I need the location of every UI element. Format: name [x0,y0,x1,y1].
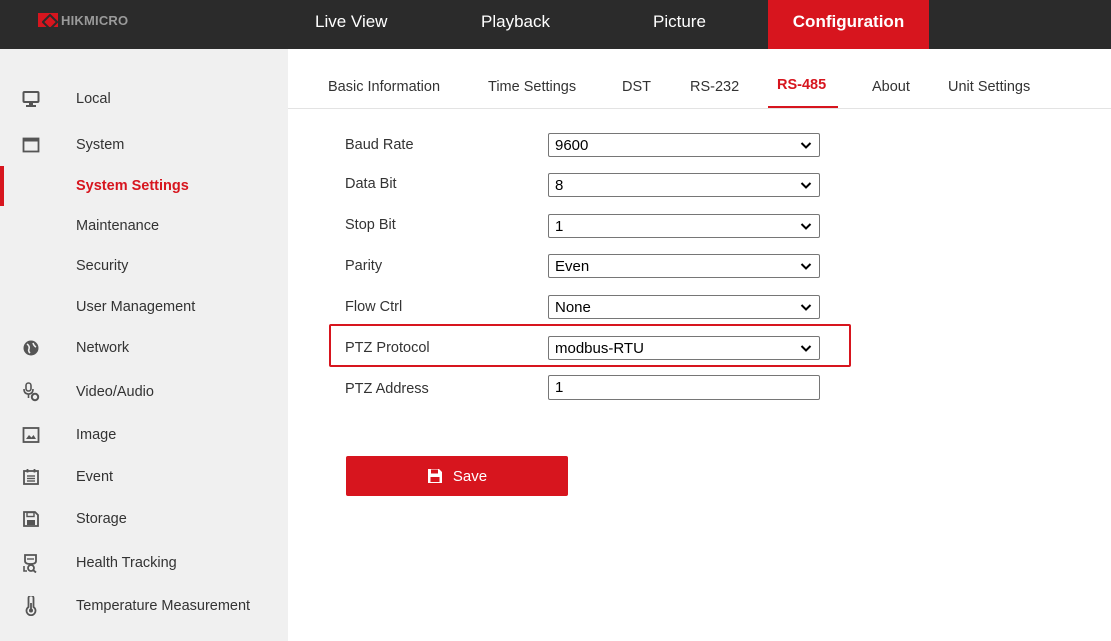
baud-rate-select[interactable]: 9600 [548,133,820,157]
sidebar-item-label: Event [76,469,114,485]
top-navigation-bar: HIKMICRO Live View Playback Picture Conf… [0,0,1111,49]
flow-ctrl-value: None [555,299,591,316]
tab-about[interactable]: About [872,79,910,95]
brand-logo: HIKMICRO [38,10,128,30]
floppy-icon [22,510,40,528]
settings-tab-bar: Basic Information Time Settings DST RS-2… [288,49,1111,109]
tab-time-settings[interactable]: Time Settings [488,79,576,95]
sidebar-item-user-management[interactable]: User Management [0,287,288,327]
thermometer-icon [22,596,40,616]
baud-rate-value: 9600 [555,137,589,154]
ptz-protocol-label: PTZ Protocol [345,340,430,356]
globe-icon [22,339,40,357]
ptz-protocol-select[interactable]: modbus-RTU [548,336,820,360]
parity-value: Even [555,258,590,275]
save-icon [427,469,442,483]
stop-bit-label: Stop Bit [345,217,396,233]
sidebar-item-local[interactable]: Local [0,79,288,119]
sidebar-item-label: Health Tracking [76,555,177,571]
sidebar-item-network[interactable]: Network [0,328,288,368]
chevron-down-icon [800,304,812,311]
hikmicro-logo-icon [38,13,58,27]
sidebar-item-label: System [76,137,125,153]
chevron-down-icon [800,345,812,352]
sidebar-item-health-tracking[interactable]: Health Tracking [0,543,288,583]
sidebar-item-label: Image [76,427,117,443]
sidebar-item-label: User Management [76,299,196,315]
tab-unit-settings[interactable]: Unit Settings [948,79,1030,95]
brand-name: HIKMICRO [61,12,129,28]
baud-rate-label: Baud Rate [345,137,414,153]
nav-picture[interactable]: Picture [653,0,706,49]
tab-rs-485[interactable]: RS-485 [777,77,826,93]
sidebar-item-video-audio[interactable]: Video/Audio [0,372,288,412]
nav-live-view[interactable]: Live View [315,0,387,49]
save-button-label: Save [452,467,488,485]
window-icon [22,136,40,154]
sidebar-item-system-settings[interactable]: System Settings [0,166,288,206]
monitor-icon [22,90,40,108]
active-tab-indicator [768,106,838,108]
data-bit-value: 8 [555,177,564,194]
nav-playback[interactable]: Playback [481,0,550,49]
health-tracking-icon [22,554,40,573]
ptz-protocol-value: modbus-RTU [555,340,644,357]
tab-dst[interactable]: DST [622,79,651,95]
nav-configuration[interactable]: Configuration [768,0,929,49]
sidebar-item-storage[interactable]: Storage [0,499,288,539]
ptz-address-input[interactable] [548,375,820,400]
calendar-icon [22,468,40,486]
ptz-address-label: PTZ Address [345,381,429,397]
microphone-icon [22,382,40,402]
sidebar-item-image[interactable]: Image [0,415,288,455]
sidebar-item-label: Temperature Measurement [76,598,251,614]
sidebar-item-system[interactable]: System [0,125,288,165]
parity-select[interactable]: Even [548,254,820,278]
sidebar-item-label: System Settings [76,178,189,194]
tab-basic-information[interactable]: Basic Information [328,79,440,95]
sidebar-item-label: Security [76,258,129,274]
sidebar-item-label: Network [76,340,130,356]
parity-label: Parity [345,258,383,274]
data-bit-select[interactable]: 8 [548,173,820,197]
save-button[interactable]: Save [346,456,568,496]
flow-ctrl-select[interactable]: None [548,295,820,319]
chevron-down-icon [800,142,812,149]
sidebar: Local System System Settings Maintenance… [0,49,288,641]
sidebar-item-event[interactable]: Event [0,457,288,497]
chevron-down-icon [800,223,812,230]
sidebar-item-security[interactable]: Security [0,246,288,286]
stop-bit-value: 1 [555,218,564,235]
sidebar-item-label: Local [76,91,111,107]
sidebar-item-label: Maintenance [76,218,160,234]
chevron-down-icon [800,263,812,270]
sidebar-item-temperature-measurement[interactable]: Temperature Measurement [0,586,288,626]
sidebar-item-maintenance[interactable]: Maintenance [0,206,288,246]
data-bit-label: Data Bit [345,176,397,192]
tab-rs-232[interactable]: RS-232 [690,79,739,95]
flow-ctrl-label: Flow Ctrl [345,299,403,315]
sidebar-item-label: Video/Audio [76,384,154,400]
image-icon [22,426,40,444]
sidebar-item-label: Storage [76,511,127,527]
stop-bit-select[interactable]: 1 [548,214,820,238]
chevron-down-icon [800,182,812,189]
